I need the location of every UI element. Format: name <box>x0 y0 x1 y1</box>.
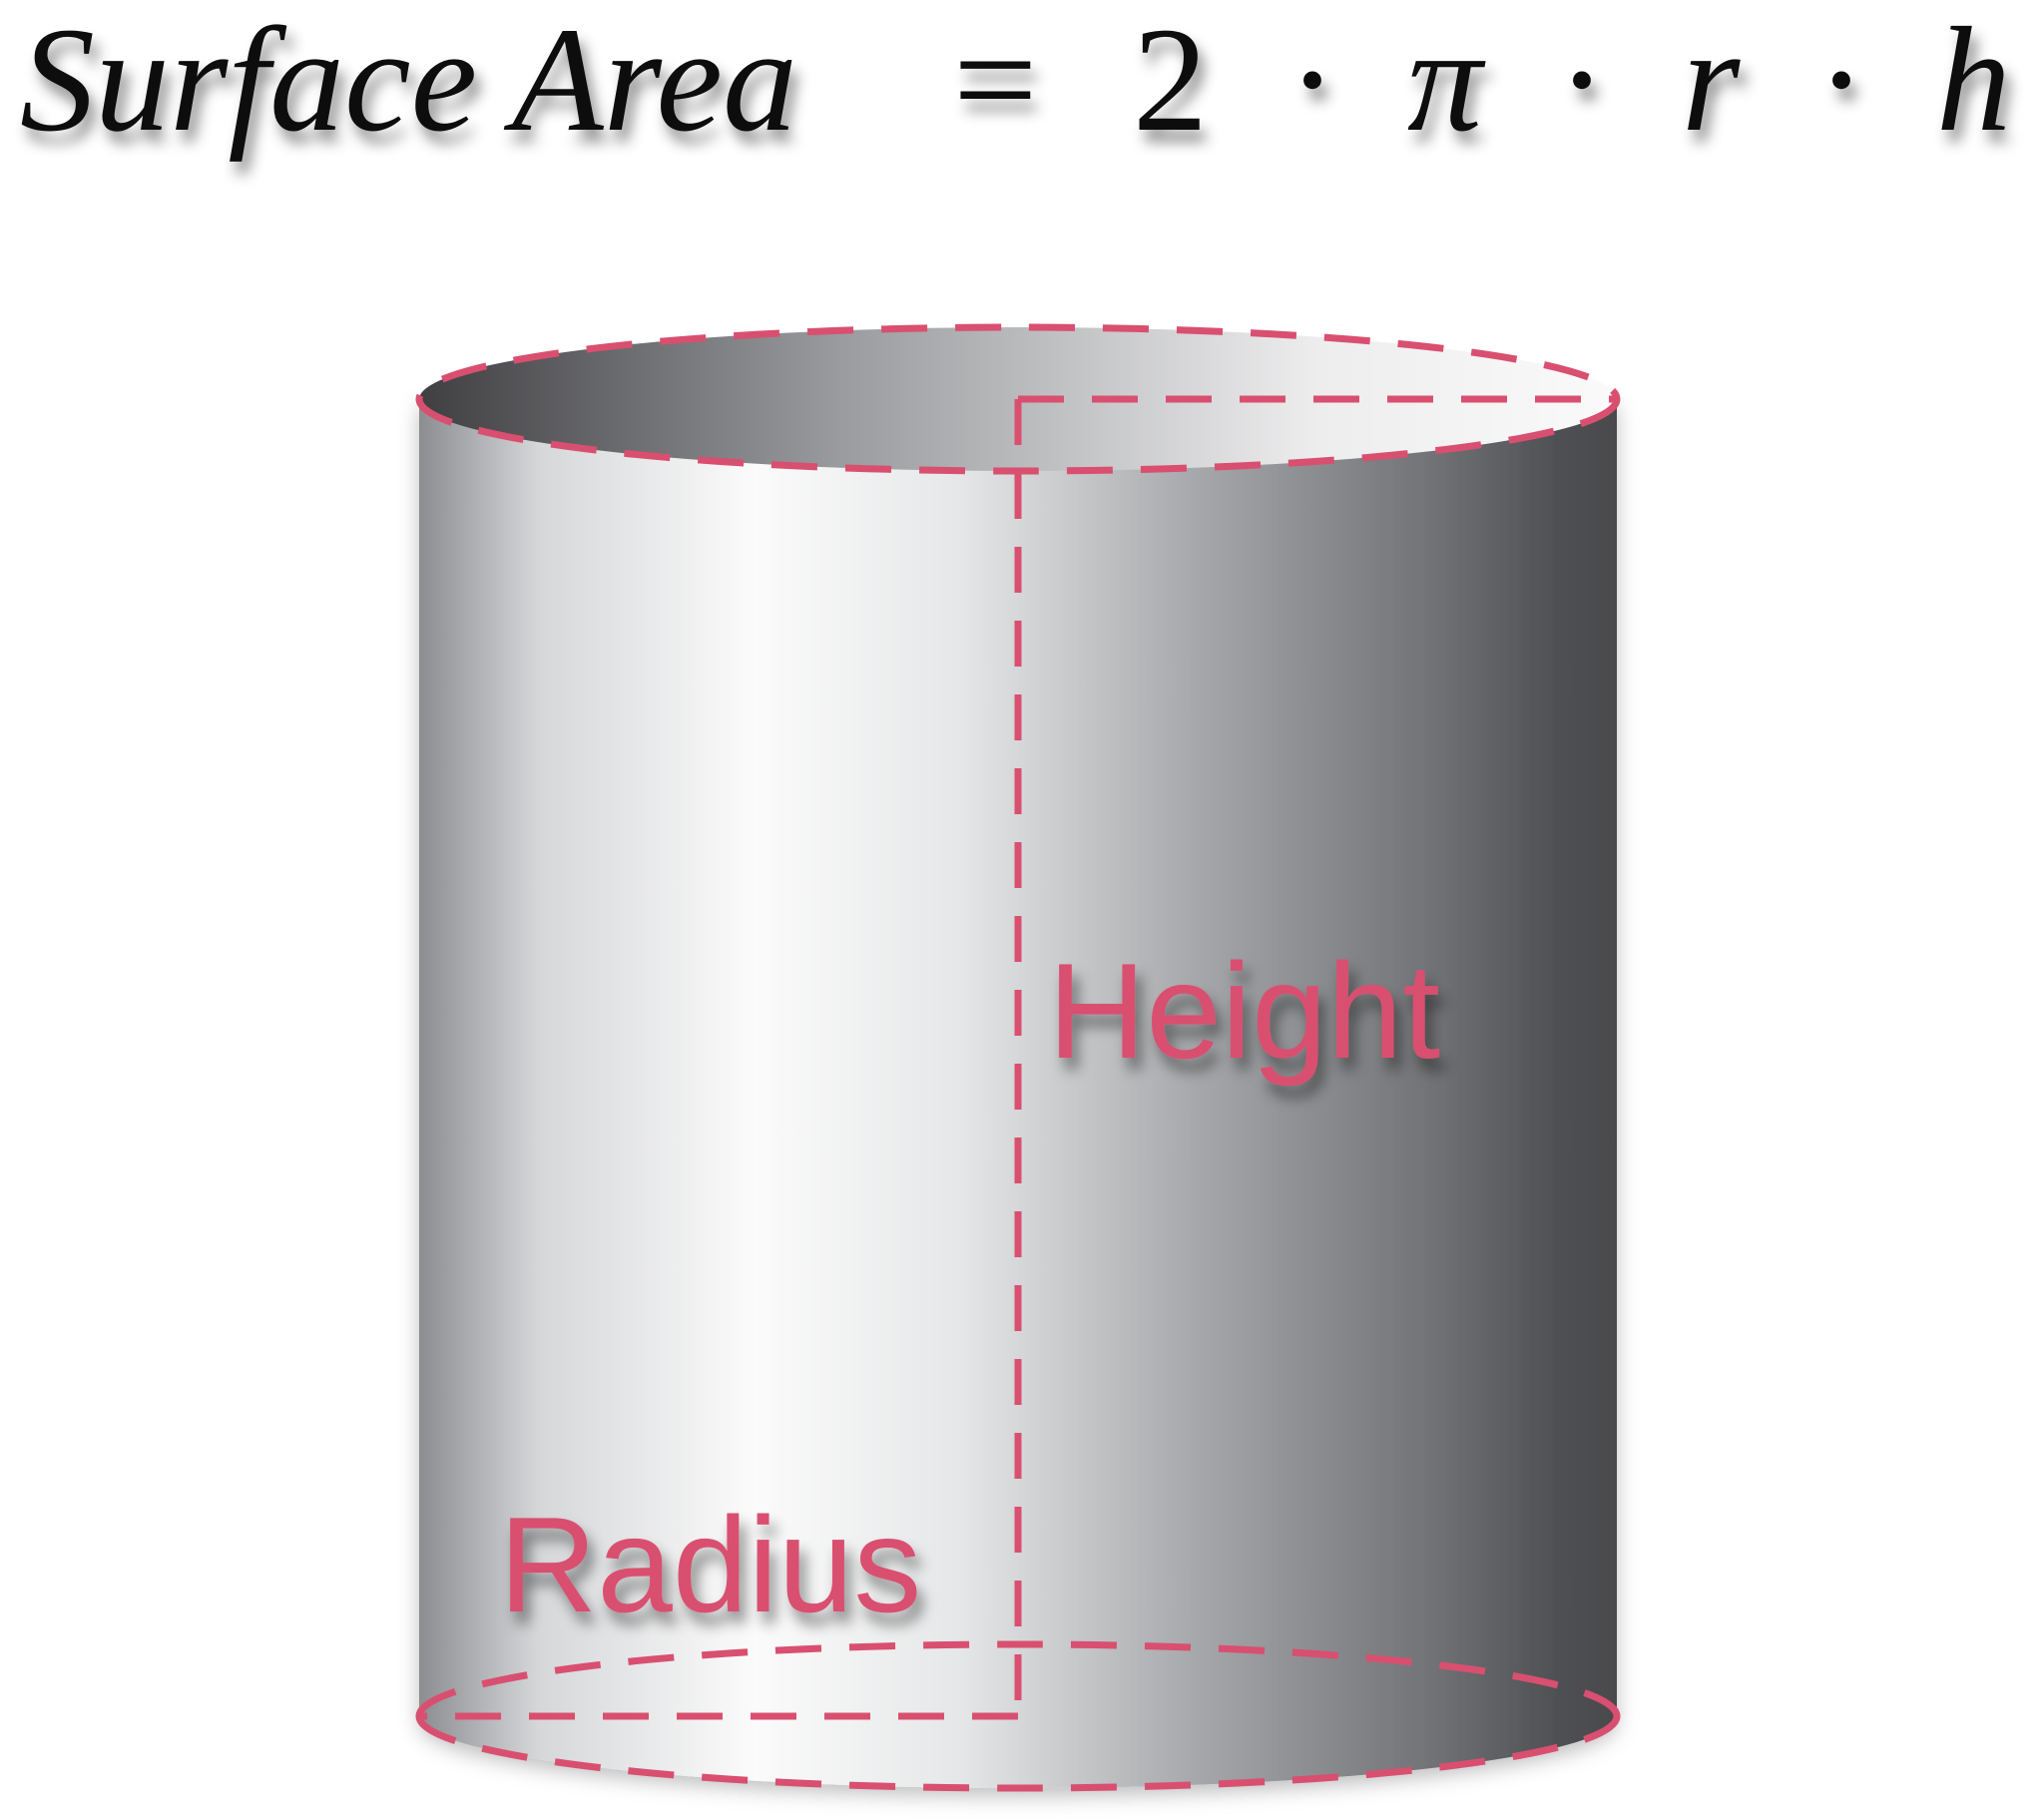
height-label: Height <box>1048 935 1440 1087</box>
formula: Surface Area = 2 · π · r · h <box>20 0 2011 163</box>
formula-term-pi: π <box>1407 0 1486 163</box>
formula-dot-2: · <box>1557 0 1607 163</box>
radius-label: Radius <box>499 1489 921 1640</box>
formula-term-h: h <box>1936 0 2011 163</box>
formula-term-r: r <box>1682 0 1741 163</box>
cylinder-surface-area-diagram: Surface Area = 2 · π · r · h Height Radi… <box>20 0 2011 1792</box>
formula-dot-1: · <box>1287 0 1337 163</box>
formula-term-two: 2 <box>1133 0 1208 163</box>
formula-equals: = <box>953 0 1038 163</box>
formula-lhs: Surface Area <box>20 0 797 163</box>
formula-dot-3: · <box>1816 0 1866 163</box>
